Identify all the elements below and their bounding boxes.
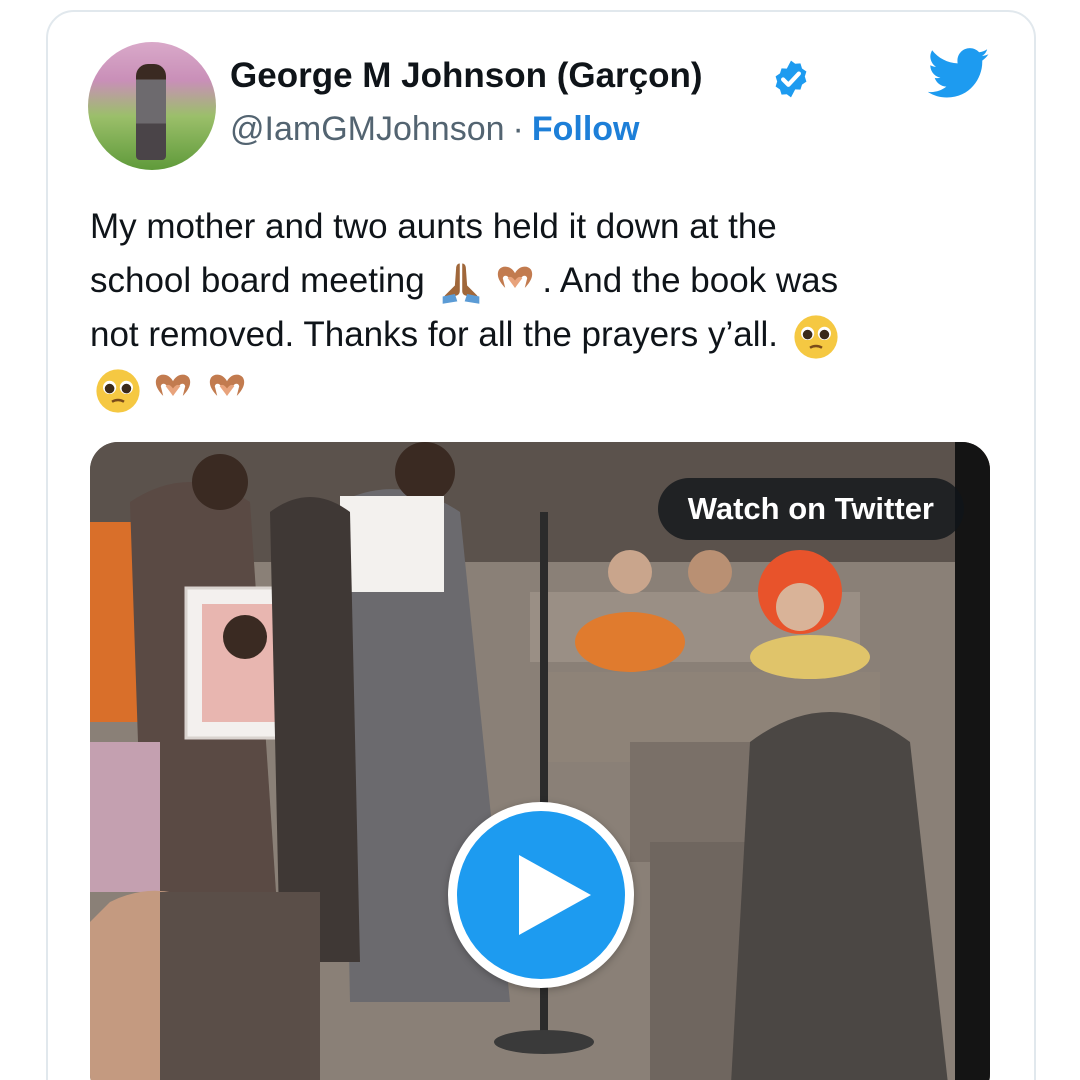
twitter-bird-icon[interactable] — [928, 48, 990, 100]
heart-hands-emoji — [209, 374, 245, 396]
watch-on-twitter-button[interactable]: Watch on Twitter — [657, 478, 964, 540]
video-player[interactable]: Watch on Twitter — [90, 442, 990, 1080]
tweet-text-line-2b: . And the book was — [542, 261, 839, 300]
author-handle[interactable]: @IamGMJohnson — [230, 110, 505, 148]
folded-hands-emoji — [443, 263, 480, 304]
tweet-text: My mother and two aunts held it down at … — [90, 200, 970, 416]
heart-hands-emoji — [498, 266, 533, 288]
tweet-text-line-1: My mother and two aunts held it down at … — [90, 207, 777, 246]
avatar-photo-subject — [136, 64, 166, 160]
play-icon — [519, 855, 591, 935]
play-button[interactable] — [448, 802, 634, 988]
tweet-text-line-2a: school board meeting — [90, 261, 435, 300]
pleading-face-emoji — [794, 315, 838, 359]
verified-badge-icon — [775, 60, 807, 98]
handle-row: @IamGMJohnson · Follow — [230, 110, 640, 149]
avatar[interactable] — [88, 42, 216, 170]
author-name[interactable]: George M Johnson (Garçon) — [230, 56, 703, 96]
pleading-face-emoji — [96, 369, 140, 413]
tweet-text-line-3: not removed. Thanks for all the prayers … — [90, 315, 788, 354]
follow-button[interactable]: Follow — [532, 110, 640, 148]
separator-dot: · — [512, 110, 524, 148]
heart-hands-emoji — [155, 374, 191, 396]
